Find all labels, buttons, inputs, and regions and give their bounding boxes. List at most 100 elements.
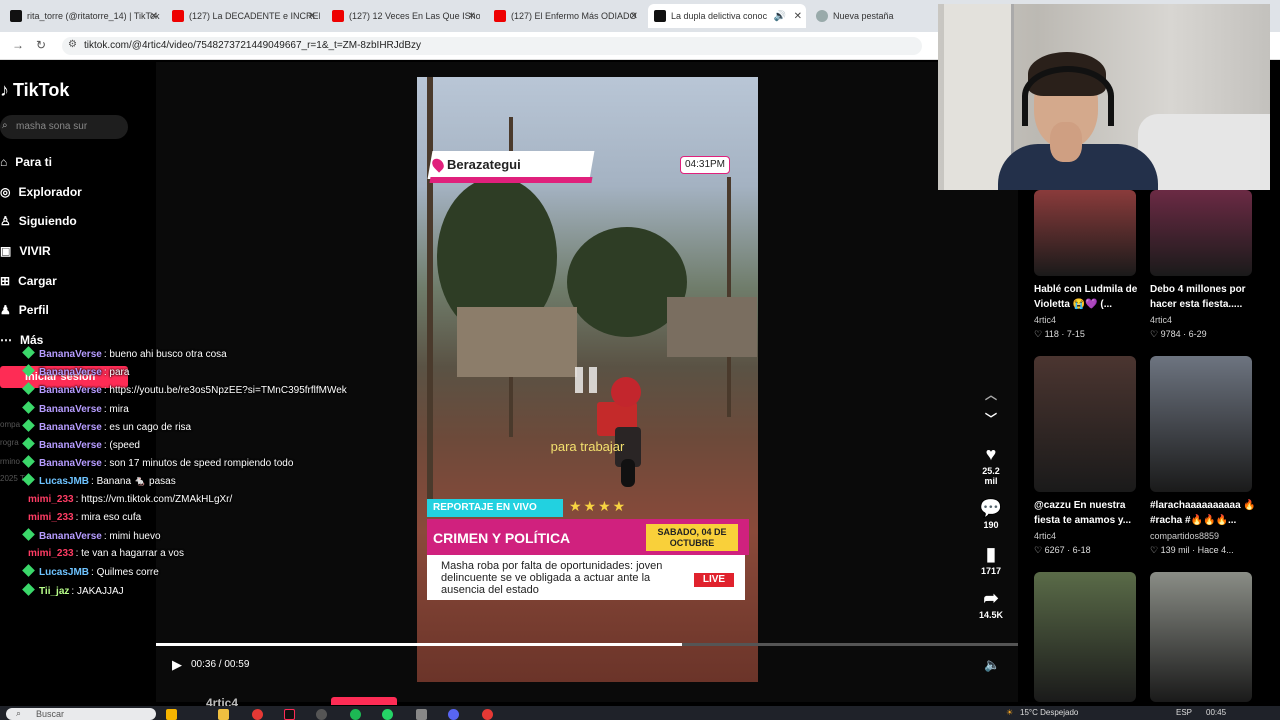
sidebar-item-vivir[interactable]: ▣ VIVIR [0, 244, 51, 258]
browser-tab[interactable]: (127) La DECADENTE e INCREIBLE ✕ [166, 4, 320, 28]
chevron-up-icon[interactable]: ︿ [970, 389, 1012, 401]
more-icon: ⋯ [0, 333, 12, 347]
video-thumbnail[interactable] [1034, 572, 1136, 702]
sidebar-item-cargar[interactable]: ⊞ Cargar [0, 274, 57, 288]
video-thumbnail[interactable] [1150, 356, 1252, 492]
browser-tab-active[interactable]: La dupla delictiva conoc 🔊 ✕ [648, 4, 806, 28]
sidebar-item-para-ti[interactable]: ⌂ Para ti [0, 155, 52, 169]
language-indicator[interactable]: ESP [1176, 708, 1192, 717]
chat-username: BananaVerse [39, 421, 102, 433]
obs-icon[interactable] [316, 709, 327, 720]
tab-title: (127) La DECADENTE e INCREIBLE [189, 11, 320, 21]
video-player[interactable]: Berazategui 04:31PM para trabajar REPORT… [417, 77, 758, 682]
video-stats: ♡ 9784 · 6-29 [1150, 329, 1207, 339]
video-title[interactable]: @cazzu En nuestra fiesta te amamos y... [1034, 498, 1144, 528]
clock-label: 04:31PM [680, 156, 730, 174]
whatsapp-icon[interactable] [382, 709, 393, 720]
chat-message: Tii_jaz: JAKAJJAJ [22, 582, 124, 601]
play-icon[interactable]: ▶ [172, 657, 182, 673]
save-button[interactable]: ▮ 1717 [970, 544, 1012, 576]
sidebar-item-siguiendo[interactable]: ♙ Siguiendo [0, 214, 77, 228]
chat-message: BananaVerse: es un cago de risa [22, 418, 191, 437]
browser-tab[interactable]: (127) El Enfermo Más ODIADO ✕ [488, 4, 642, 28]
pause-icon[interactable] [575, 367, 599, 393]
tiktok-logo[interactable]: ♪ TikTok [0, 80, 69, 101]
follow-button[interactable] [331, 697, 397, 705]
section-title: CRIMEN Y POLÍTICA [433, 530, 571, 546]
video-title[interactable]: #larachaaaaaaaaaa 🔥 #racha #🔥🔥🔥... [1150, 498, 1260, 528]
like-button[interactable]: ♥ 25.2 mil [970, 444, 1012, 486]
spotify-icon[interactable] [350, 709, 361, 720]
file-explorer-icon[interactable] [218, 709, 229, 720]
heart-icon: ♥ [985, 444, 997, 464]
site-info-icon[interactable]: ⚙ [68, 39, 77, 50]
tiktok-icon [10, 10, 22, 22]
sidebar-item-explorador[interactable]: ◎ Explorador [0, 185, 82, 199]
video-progress-bar[interactable] [156, 643, 1018, 646]
browser-tab[interactable]: Nueva pestaña [810, 4, 934, 28]
chrome-icon[interactable] [482, 709, 493, 720]
video-author[interactable]: compartidos8859 [1150, 531, 1219, 541]
close-icon[interactable]: ✕ [308, 11, 316, 22]
discord-icon[interactable] [448, 709, 459, 720]
video-thumbnail[interactable] [1034, 190, 1136, 276]
widgets-icon[interactable] [166, 709, 177, 720]
video-author[interactable]: 4rtic4 [1034, 531, 1056, 541]
share-button[interactable]: ➦ 14.5K [970, 588, 1012, 620]
video-title[interactable]: Debo 4 millones por hacer esta fiesta...… [1150, 282, 1260, 312]
tab-title: (127) El Enfermo Más ODIADO [511, 11, 637, 21]
browser-tab[interactable]: (127) 12 Veces En Las Que IShow ✕ [326, 4, 480, 28]
chat-message: mimi_233: https://vm.tiktok.com/ZMAkHLgX… [24, 494, 232, 510]
sidebar-item-label: Más [20, 333, 44, 347]
volume-icon[interactable]: 🔈 [984, 657, 1000, 673]
compass-icon: ◎ [0, 185, 11, 199]
chat-message: LucasJMB: Quilmes corre [22, 564, 159, 582]
live-icon: ▣ [0, 244, 12, 258]
sidebar-item-mas[interactable]: ⋯ Más [0, 333, 43, 347]
rating-stars: ★★★★ [569, 498, 628, 514]
chat-text: : para [103, 367, 130, 379]
tiktok-app-icon[interactable] [284, 709, 295, 720]
sidebar-footer-text: rmino [0, 457, 21, 466]
url-field[interactable]: ⚙ tiktok.com/@4rtic4/video/7548273721449… [62, 37, 922, 55]
chat-message: BananaVerse: (speed [22, 437, 140, 455]
video-title[interactable]: Hablé con Ludmila de Violetta 😭💜 (... [1034, 282, 1144, 312]
taskbar-search[interactable]: ⌕ Buscar [6, 708, 156, 720]
sidebar-footer-text: ompa [0, 420, 21, 429]
close-icon[interactable]: ✕ [794, 11, 802, 22]
video-author[interactable]: 4rtic4 [1034, 315, 1056, 325]
search-input[interactable]: ⌕ masha sona sur [0, 115, 128, 139]
youtube-icon [494, 10, 506, 22]
app-icon[interactable] [416, 709, 427, 720]
chat-text: : mira [103, 403, 129, 415]
forward-icon[interactable]: → [12, 38, 24, 52]
date-box: SABADO, 04 DE OCTUBRE [646, 524, 738, 551]
close-icon[interactable]: ✕ [630, 11, 638, 22]
weather-label[interactable]: 15°C Despejado [1020, 708, 1078, 717]
youtube-icon [172, 10, 184, 22]
reload-icon[interactable]: ↻ [36, 38, 46, 52]
close-icon[interactable]: ✕ [150, 11, 158, 22]
chat-message: BananaVerse: para [22, 364, 130, 382]
clock[interactable]: 00:45 [1206, 708, 1226, 717]
video-author[interactable]: 4rtic4 [1150, 315, 1172, 325]
video-scenery [457, 307, 577, 377]
close-icon[interactable]: ✕ [468, 11, 476, 22]
browser-tab[interactable]: rita_torre (@ritatorre_14) | TikTok ✕ [4, 4, 162, 28]
video-thumbnail[interactable] [1150, 190, 1252, 276]
comment-button[interactable]: 💬 190 [970, 498, 1012, 530]
url-text: tiktok.com/@4rtic4/video/754827372144904… [84, 40, 422, 51]
rider-helmet [611, 377, 641, 407]
chat-text: : son 17 minutos de speed rompiendo todo [103, 458, 294, 470]
video-stats: ♡ 6267 · 6-18 [1034, 545, 1091, 555]
video-thumbnail[interactable] [1150, 572, 1252, 702]
comment-icon: 💬 [979, 498, 1003, 518]
video-thumbnail[interactable] [1034, 356, 1136, 492]
sidebar-item-perfil[interactable]: ♟ Perfil [0, 303, 49, 317]
video-stats: ♡ 139 mil · Hace 4... [1150, 545, 1234, 555]
video-stats: ♡ 118 · 7-15 [1034, 329, 1085, 339]
speaker-icon[interactable]: 🔊 [774, 11, 786, 22]
chrome-icon[interactable] [252, 709, 263, 720]
chevron-down-icon[interactable]: ﹀ [970, 413, 1012, 425]
chat-message: BananaVerse: mimi huevo [22, 528, 161, 546]
